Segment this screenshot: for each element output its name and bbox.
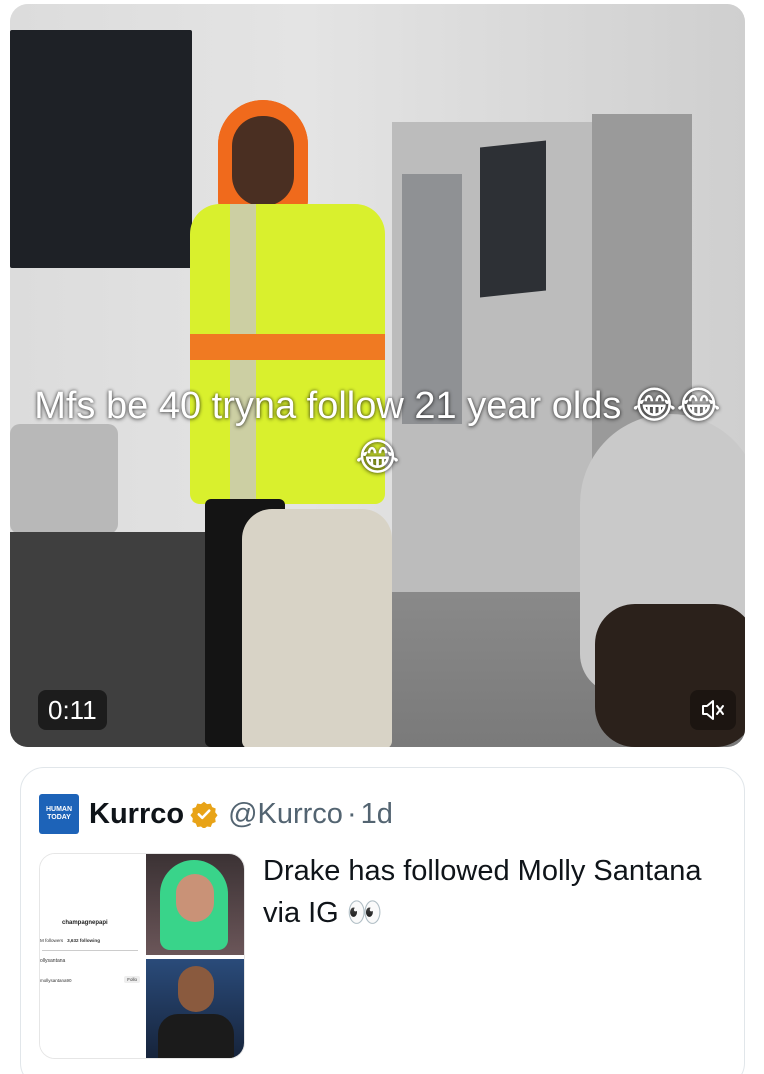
quoted-post-media[interactable]: champagnepapi M followers 3,632 followin… (39, 853, 245, 1059)
video-frame-chair-front (242, 509, 392, 747)
screenshot-follow-button: Follo (124, 976, 140, 983)
screenshot-divider (42, 950, 138, 951)
video-player[interactable]: Mfs be 40 tryna follow 21 year olds 😂😂😂 … (10, 4, 745, 747)
video-frame-monitor (480, 140, 546, 298)
author-name[interactable]: Kurrco (89, 798, 184, 831)
screenshot-followers: M followers (40, 938, 64, 943)
video-frame-tv (10, 30, 192, 268)
gold-verified-badge-icon (190, 801, 218, 828)
author-handle[interactable]: @Kurrco (228, 798, 343, 831)
avatar-text: HUMAN TODAY (45, 806, 73, 821)
screenshot-search: ollysantana (40, 958, 66, 964)
quoted-post-header: HUMAN TODAY Kurrco @Kurrco · 1d (39, 794, 393, 834)
video-frame-face (232, 116, 294, 206)
video-timestamp: 0:11 (38, 690, 107, 730)
quoted-post-text: Drake has followed Molly Santana via IG … (263, 855, 702, 929)
separator-dot: · (346, 797, 357, 830)
screenshot-stats: M followers 3,632 following (40, 938, 142, 943)
photo-man-face (178, 966, 214, 1012)
avatar[interactable]: HUMAN TODAY (39, 794, 79, 834)
video-caption: Mfs be 40 tryna follow 21 year olds 😂😂😂 (34, 385, 721, 479)
speaker-muted-icon (702, 700, 724, 720)
instagram-screenshot: champagnepapi M followers 3,632 followin… (40, 854, 142, 1058)
photo-woman-face (176, 874, 214, 922)
mute-button[interactable] (690, 690, 736, 730)
screenshot-username: champagnepapi (62, 920, 108, 926)
screenshot-following: 3,632 following (67, 938, 101, 943)
video-frame-vest-stripe (190, 334, 385, 360)
quoted-post[interactable]: HUMAN TODAY Kurrco @Kurrco · 1d champagn… (20, 767, 745, 1074)
photo-man-jacket (158, 1014, 234, 1058)
post-time[interactable]: 1d (361, 798, 393, 831)
